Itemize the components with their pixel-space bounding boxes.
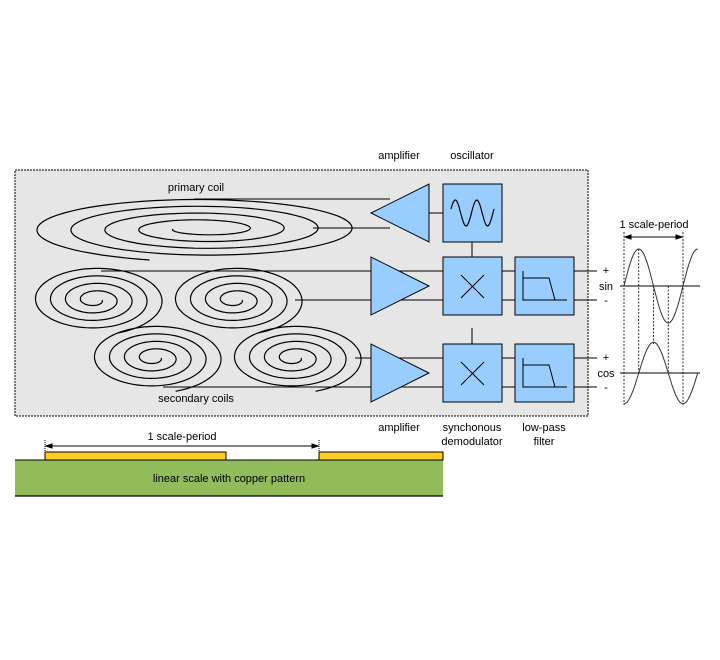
- sin-label: sin: [599, 281, 613, 293]
- copper-strip-2: [318, 451, 444, 461]
- cos-plus-label: +: [603, 352, 609, 364]
- filter-label-2: filter: [534, 436, 555, 448]
- wave-scale-period-label: 1 scale-period: [619, 219, 688, 231]
- amplifier-top-label: amplifier: [378, 150, 420, 162]
- scale-period-label: 1 scale-period: [147, 431, 216, 443]
- demodulator-label-2: demodulator: [441, 436, 502, 448]
- oscillator-label: oscillator: [450, 150, 494, 162]
- primary-coil-label: primary coil: [168, 182, 224, 194]
- sin-plus-label: +: [603, 265, 609, 277]
- sin-minus-label: -: [604, 295, 608, 307]
- linear-scale-label: linear scale with copper pattern: [153, 473, 305, 485]
- encoder-diagram: primary coil secondary coils amplifier o…: [14, 150, 700, 497]
- cos-label: cos: [597, 368, 615, 380]
- secondary-coils-label: secondary coils: [158, 393, 234, 405]
- wave-guide-lines: [623, 232, 684, 405]
- amplifier-bottom-label: amplifier: [378, 422, 420, 434]
- filter-cos-block: [514, 343, 575, 403]
- wave-period-dimension: [623, 234, 684, 240]
- copper-strip-1: [44, 451, 227, 461]
- filter-sin-block: [514, 256, 575, 316]
- demodulator-label-1: synchonous: [443, 422, 502, 434]
- filter-label-1: low-pass: [522, 422, 566, 434]
- cos-minus-label: -: [604, 382, 608, 394]
